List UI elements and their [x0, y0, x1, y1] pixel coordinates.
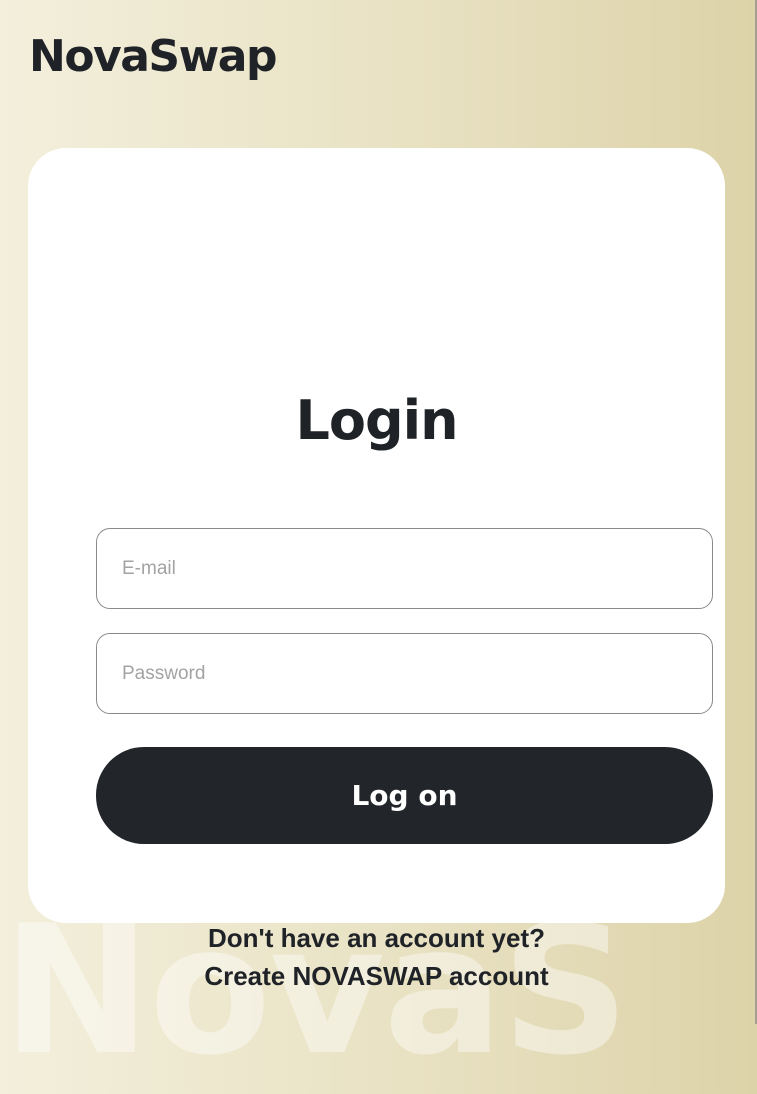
login-card: Login Log on Don't have an account yet? … [28, 148, 725, 991]
signup-prompt: Don't have an account yet? Create NOVASW… [28, 919, 725, 995]
brand-logo[interactable]: NovaSwap [29, 30, 277, 84]
password-field[interactable] [96, 633, 713, 714]
email-field[interactable] [96, 528, 713, 609]
log-on-button[interactable]: Log on [96, 747, 713, 844]
page-title: Login [295, 389, 458, 452]
no-account-text: Don't have an account yet? [207, 923, 546, 953]
create-account-link[interactable]: Create NOVASWAP account [28, 957, 725, 995]
